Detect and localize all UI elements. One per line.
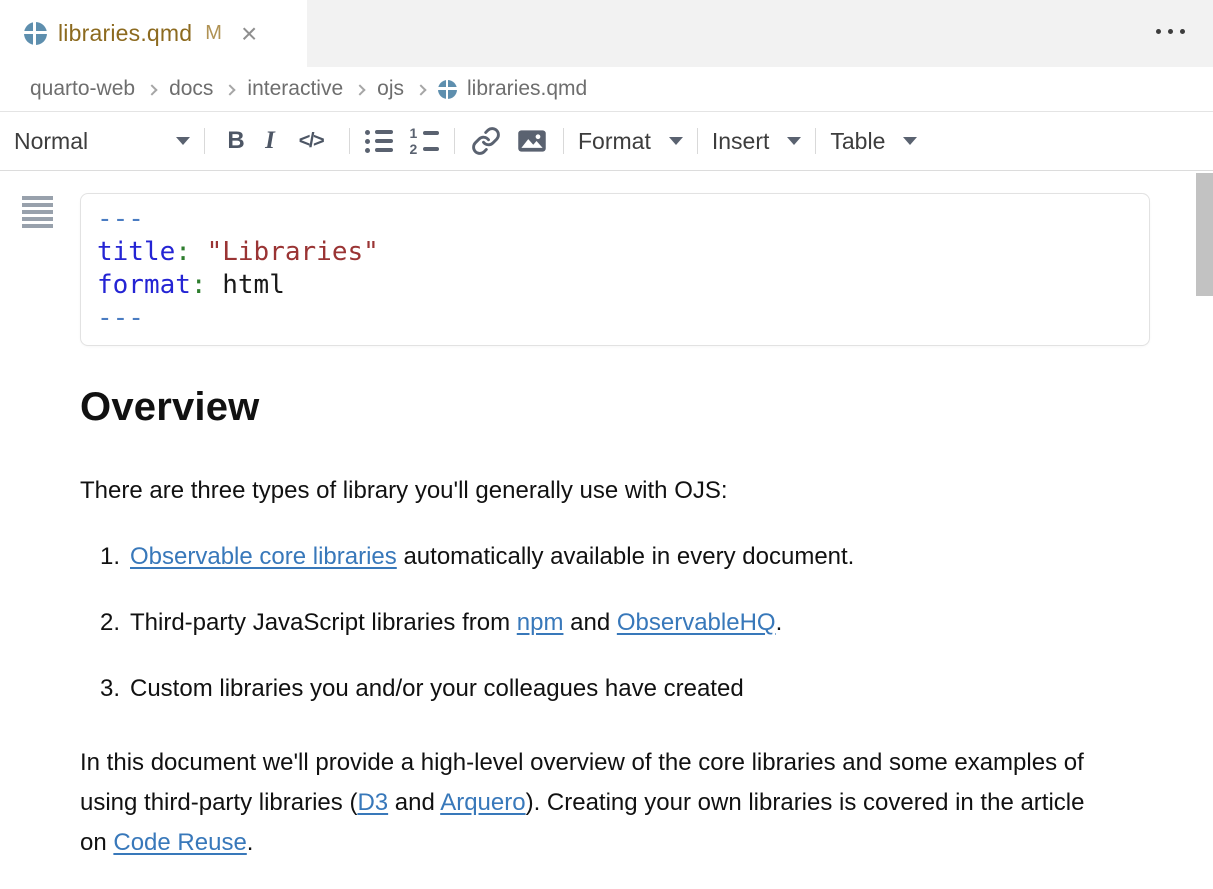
numbered-list-digit: 2	[410, 144, 419, 155]
bold-button[interactable]: B	[219, 127, 253, 155]
table-menu-label: Table	[830, 128, 885, 155]
list-item-number: 1.	[80, 540, 130, 574]
page-title: Overview	[80, 384, 260, 430]
text-segment: .	[776, 609, 783, 636]
yaml-fence-text: ---	[97, 204, 144, 234]
list-item: 2. Third-party JavaScript libraries from…	[80, 606, 854, 640]
close-icon[interactable]: ×	[241, 20, 257, 48]
paragraph-style-select[interactable]: Normal	[14, 128, 190, 155]
image-icon[interactable]	[515, 126, 549, 156]
insert-menu[interactable]: Insert	[712, 128, 802, 155]
numbered-list-icon[interactable]: 1 2	[408, 128, 440, 155]
inline-link[interactable]: npm	[517, 609, 564, 636]
yaml-front-matter-block[interactable]: --- title: "Libraries" format: html ---	[80, 193, 1150, 346]
table-menu[interactable]: Table	[830, 128, 917, 155]
toolbar-separator	[563, 128, 564, 154]
tab-bar: libraries.qmd M ×	[0, 0, 1213, 67]
text-segment: and	[388, 789, 440, 816]
vertical-scrollbar-thumb[interactable]	[1196, 173, 1213, 296]
insert-menu-label: Insert	[712, 128, 770, 155]
breadcrumb-file-label: libraries.qmd	[467, 77, 587, 101]
text-segment: .	[247, 829, 254, 856]
modified-badge: M	[205, 22, 222, 45]
tab-libraries-qmd[interactable]: libraries.qmd M ×	[0, 0, 307, 67]
chevron-down-icon	[669, 137, 683, 145]
toolbar-separator	[349, 128, 350, 154]
list-item-text: Observable core libraries automatically …	[130, 540, 854, 574]
closing-paragraph: In this document we'll provide a high-le…	[80, 743, 1094, 863]
list-item: 3. Custom libraries you and/or your coll…	[80, 672, 854, 706]
inline-link[interactable]: D3	[357, 789, 388, 816]
format-menu[interactable]: Format	[578, 128, 683, 155]
toolbar-separator	[697, 128, 698, 154]
numbered-list-digit: 1	[410, 128, 419, 139]
more-actions-icon[interactable]	[1156, 29, 1185, 34]
yaml-key: title	[97, 237, 175, 267]
paragraph-style-value: Normal	[14, 128, 88, 155]
toolbar-separator	[454, 128, 455, 154]
chevron-down-icon	[787, 137, 801, 145]
link-icon[interactable]	[469, 126, 503, 156]
breadcrumb-item-quarto-web[interactable]: quarto-web	[30, 77, 135, 101]
quarto-icon	[438, 80, 457, 99]
toolbar-separator	[815, 128, 816, 154]
editor-toolbar: Normal B I </> 1 2 Format Insert	[0, 112, 1213, 171]
bulleted-list-icon[interactable]	[364, 130, 394, 153]
list-item-text: Custom libraries you and/or your colleag…	[130, 672, 744, 706]
yaml-fence-open: ---	[97, 203, 1149, 236]
yaml-title-line: title: "Libraries"	[97, 236, 1149, 269]
breadcrumb-item-docs[interactable]: docs	[169, 77, 213, 101]
yaml-format-line: format: html	[97, 269, 1149, 302]
breadcrumb: quarto-web docs interactive ojs librarie…	[0, 67, 1213, 112]
breadcrumb-item-file[interactable]: libraries.qmd	[438, 77, 587, 101]
list-item-number: 3.	[80, 672, 130, 706]
format-menu-label: Format	[578, 128, 651, 155]
chevron-down-icon	[903, 137, 917, 145]
chevron-right-icon	[146, 84, 157, 95]
yaml-colon: :	[191, 270, 207, 300]
list-item-number: 2.	[80, 606, 130, 640]
list-item-text: Third-party JavaScript libraries from np…	[130, 606, 782, 640]
list-item: 1. Observable core libraries automatical…	[80, 540, 854, 574]
yaml-colon: :	[175, 237, 191, 267]
toolbar-separator	[204, 128, 205, 154]
chevron-down-icon	[176, 137, 190, 145]
yaml-value: "Libraries"	[191, 237, 379, 267]
inline-link[interactable]: Code Reuse	[113, 829, 246, 856]
yaml-fence-close: ---	[97, 302, 1149, 335]
yaml-value: html	[207, 270, 285, 300]
inline-link[interactable]: ObservableHQ	[617, 609, 776, 636]
inline-link[interactable]: Arquero	[440, 789, 525, 816]
ordered-list: 1. Observable core libraries automatical…	[80, 540, 854, 738]
intro-paragraph: There are three types of library you'll …	[80, 474, 1110, 508]
text-segment: and	[563, 609, 616, 636]
text-segment: Custom libraries you and/or your colleag…	[130, 675, 744, 702]
chevron-right-icon	[415, 84, 426, 95]
yaml-fence-text: ---	[97, 303, 144, 333]
text-segment: automatically available in every documen…	[397, 543, 855, 570]
code-button[interactable]: </>	[287, 130, 335, 153]
yaml-key: format	[97, 270, 191, 300]
editor-content: --- title: "Libraries" format: html --- …	[0, 171, 1213, 889]
italic-button[interactable]: I	[253, 127, 287, 155]
tab-title: libraries.qmd	[58, 20, 192, 47]
inline-link[interactable]: Observable core libraries	[130, 543, 397, 570]
drag-handle-icon[interactable]	[22, 196, 53, 228]
quarto-icon	[24, 22, 47, 45]
chevron-right-icon	[354, 84, 365, 95]
chevron-right-icon	[225, 84, 236, 95]
breadcrumb-item-ojs[interactable]: ojs	[377, 77, 404, 101]
breadcrumb-item-interactive[interactable]: interactive	[247, 77, 343, 101]
text-segment: Third-party JavaScript libraries from	[130, 609, 517, 636]
